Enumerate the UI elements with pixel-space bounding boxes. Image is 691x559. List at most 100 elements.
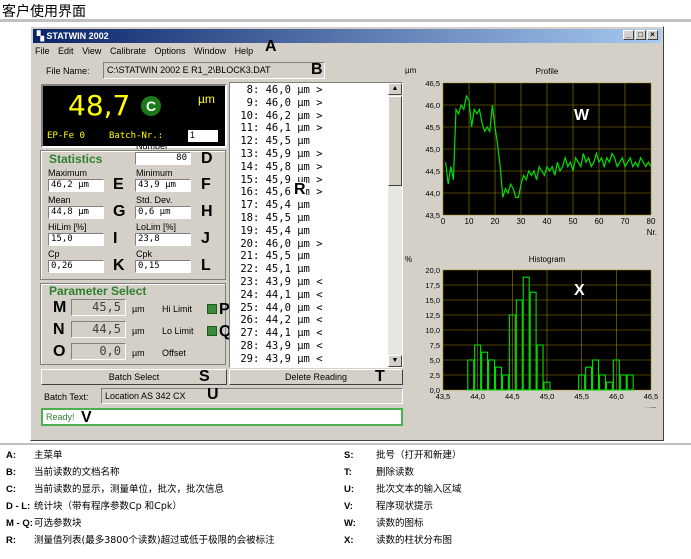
menu-view[interactable]: View xyxy=(82,46,101,56)
histogram-y-tick: 15,0 xyxy=(425,296,440,305)
legend-text: 当前读数的显示，测量单位，批次，批次信息 xyxy=(34,484,225,495)
profile-y-tick: 46,0 xyxy=(425,101,440,110)
histogram-chart: % Histogram43,5 44,0 44,5 45,0 45,5 46,0 46,50,… xyxy=(405,255,659,408)
histogram-x-tick: 46,5 xyxy=(644,392,659,401)
batch-text-field[interactable]: Location AS 342 CX xyxy=(101,388,403,404)
reading-unit: µm xyxy=(297,135,317,148)
reading-unit: µm xyxy=(297,339,317,352)
reading-limit-flag: > xyxy=(316,109,323,122)
hilim-label: HiLim [%] xyxy=(48,222,87,232)
histogram-y-tick: 10,0 xyxy=(425,326,440,335)
reading-row[interactable]: 19: 45,4 µm xyxy=(234,225,384,238)
profile-x-tick: 70 xyxy=(621,217,630,226)
menu-help[interactable]: Help xyxy=(235,46,254,56)
reading-limit-flag: < xyxy=(316,288,323,301)
scroll-down-button[interactable]: ▼ xyxy=(388,355,402,367)
menu-edit[interactable]: Edit xyxy=(58,46,74,56)
profile-x-tick: 50 xyxy=(569,217,578,226)
reading-row[interactable]: 24: 44,1 µm < xyxy=(234,289,384,302)
profile-x-tick: 80 xyxy=(647,217,656,226)
reading-row[interactable]: 28: 43,9 µm < xyxy=(234,340,384,353)
readings-list[interactable]: 8: 46,0 µm > 9: 46,0 µm > 10: 46,2 µm > … xyxy=(229,82,403,368)
reading-index: 11: xyxy=(234,122,266,135)
callout-n: N xyxy=(53,321,65,338)
page-title: 客户使用界面 xyxy=(2,4,86,20)
menu-calibrate[interactable]: Calibrate xyxy=(110,46,146,56)
callout-l: L xyxy=(201,257,211,274)
reading-row[interactable]: 23: 43,9 µm < xyxy=(234,276,384,289)
reading-row[interactable]: 26: 44,2 µm < xyxy=(234,314,384,327)
profile-title: Profile xyxy=(536,67,559,76)
reading-row[interactable]: 21: 45,5 µm xyxy=(234,250,384,263)
reading-row[interactable]: 18: 45,5 µm xyxy=(234,212,384,225)
legend-key: T: xyxy=(344,467,352,478)
legend-key: U: xyxy=(344,484,355,495)
reading-row[interactable]: 17: 45,4 µm xyxy=(234,199,384,212)
reading-row[interactable]: 15: 45,9 µm > xyxy=(234,174,384,187)
menu-options[interactable]: Options xyxy=(154,46,185,56)
profile-y-tick: 45,0 xyxy=(425,145,440,154)
scroll-up-button[interactable]: ▲ xyxy=(388,83,402,95)
reading-unit: µm xyxy=(297,160,317,173)
offset-value[interactable]: 0,0 xyxy=(71,343,126,360)
legend-item: X: 读数的柱状分布图 xyxy=(344,535,684,547)
menu-file[interactable]: File xyxy=(35,46,50,56)
histogram-ylabel: % xyxy=(405,255,412,264)
profile-y-tick: 44,5 xyxy=(425,167,440,176)
callout-v: V xyxy=(81,409,92,426)
reading-unit: µm xyxy=(297,109,317,122)
legend-text: 批次文本的输入区域 xyxy=(376,484,462,495)
readings-scrollbar[interactable]: ▲ ▼ xyxy=(388,83,402,367)
reading-index: 16: xyxy=(234,186,266,199)
reading-unit: µm xyxy=(297,301,317,314)
hi-limit-value[interactable]: 45,5 xyxy=(71,299,126,316)
legend-key: C: xyxy=(6,484,17,495)
window-titlebar[interactable]: ▚ STATWIN 2002 _ □ × xyxy=(33,29,661,43)
reading-row[interactable]: 22: 45,1 µm xyxy=(234,263,384,276)
legend-item: V: 程序现状提示 xyxy=(344,501,684,513)
reading-row[interactable]: 12: 45,5 µm xyxy=(234,135,384,148)
scroll-thumb[interactable] xyxy=(388,96,402,186)
reading-index: 18: xyxy=(234,211,266,224)
callout-h: H xyxy=(201,203,213,220)
lo-limit-value[interactable]: 44,5 xyxy=(71,321,126,338)
reading-limit-flag: > xyxy=(316,186,323,199)
batch-nr-field[interactable]: 1 xyxy=(188,130,218,142)
lolim-label: LoLim [%] xyxy=(136,222,177,232)
maximize-button[interactable]: □ xyxy=(635,30,646,40)
reading-row[interactable]: 8: 46,0 µm > xyxy=(234,84,384,97)
menu-window[interactable]: Window xyxy=(194,46,226,56)
histogram-x-tick: 44,5 xyxy=(505,392,520,401)
minimum-value: 43,9 µm xyxy=(135,179,191,192)
reading-row[interactable]: 11: 46,1 µm > xyxy=(234,122,384,135)
hi-limit-indicator[interactable] xyxy=(207,304,217,314)
reading-value: 45,6 xyxy=(265,186,298,199)
reading-row[interactable]: 10: 46,2 µm > xyxy=(234,110,384,123)
mean-label: Mean xyxy=(48,195,71,205)
reading-unit: µm xyxy=(297,237,317,250)
cpk-value: 0,15 xyxy=(135,260,191,273)
lo-limit-indicator[interactable] xyxy=(207,326,217,336)
histogram-y-tick: 12,5 xyxy=(425,311,440,320)
reading-row[interactable]: 25: 44,0 µm < xyxy=(234,302,384,315)
reading-row[interactable]: 27: 44,1 µm < xyxy=(234,327,384,340)
reading-row[interactable]: 13: 45,9 µm > xyxy=(234,148,384,161)
reading-limit-flag: > xyxy=(316,96,323,109)
legend-item: R: 测量值列表(最多3800个读数)超过或低于极限的会被标注 xyxy=(6,535,361,547)
reading-row[interactable]: 29: 43,9 µm < xyxy=(234,353,384,366)
reading-row[interactable]: 14: 45,8 µm > xyxy=(234,161,384,174)
close-button[interactable]: × xyxy=(647,30,658,40)
mean-value: 44,8 µm xyxy=(48,206,104,219)
reading-row[interactable]: 16: 45,6 µm > xyxy=(234,186,384,199)
reading-unit: µm xyxy=(297,211,317,224)
profile-x-tick: 10 xyxy=(465,217,474,226)
reading-limit-flag: < xyxy=(316,301,323,314)
reading-value: 46,2 xyxy=(265,109,298,122)
profile-y-tick: 43,5 xyxy=(425,211,440,220)
reading-row[interactable]: 20: 46,0 µm > xyxy=(234,238,384,251)
legend-text: 测量值列表(最多3800个读数)超过或低于极限的会被标注 xyxy=(34,535,275,546)
minimize-button[interactable]: _ xyxy=(623,30,634,40)
reading-row[interactable]: 9: 46,0 µm > xyxy=(234,97,384,110)
histogram-y-tick: 0,0 xyxy=(430,386,440,395)
reading-unit: µm xyxy=(297,275,317,288)
